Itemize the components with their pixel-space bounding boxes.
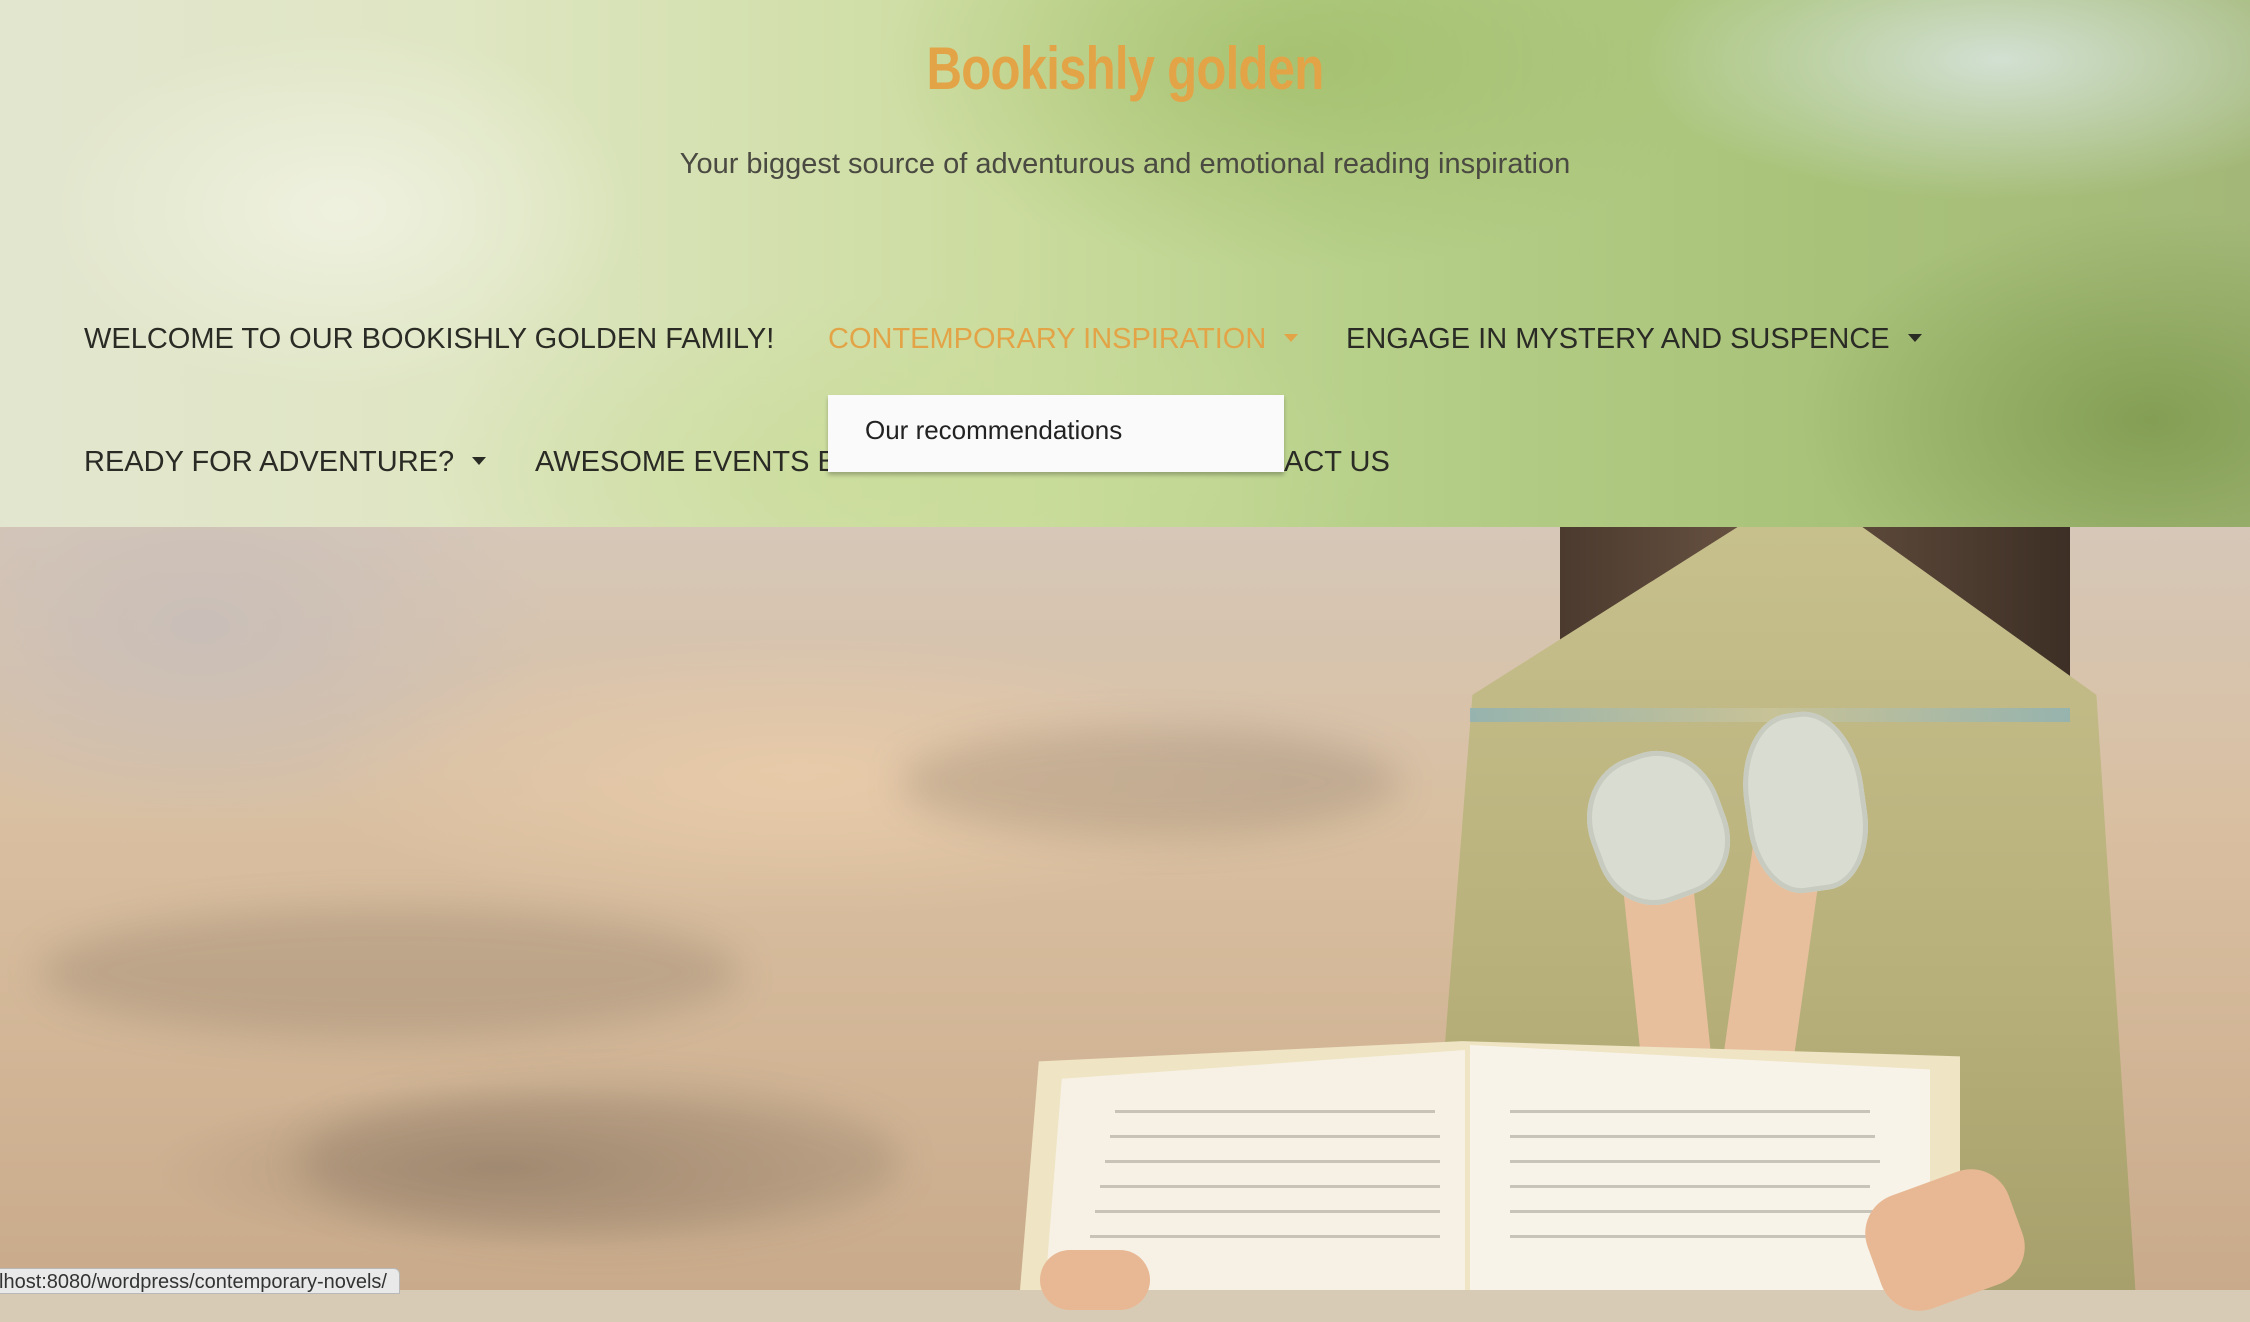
site-header: Bookishly golden Your biggest source of … [0, 0, 2250, 527]
site-title[interactable]: Bookishly golden [203, 34, 2048, 103]
site-tagline: Your biggest source of adventurous and e… [679, 148, 1571, 180]
ground-shadow [300, 1087, 900, 1237]
nav-item-label: ENGAGE IN MYSTERY AND SUSPENCE [1346, 323, 1890, 355]
ground-shadow [40, 907, 740, 1037]
nav-item-label: AWESOME EVENTS BY [535, 446, 857, 478]
text-line [1100, 1185, 1440, 1188]
text-line [1115, 1110, 1435, 1113]
nav-item-ready-for-adventure[interactable]: READY FOR ADVENTURE? [84, 446, 487, 479]
text-line [1510, 1135, 1875, 1138]
chevron-down-icon [1284, 334, 1299, 343]
book-page-right [1470, 1045, 1930, 1290]
nav-item-welcome[interactable]: WELCOME TO OUR BOOKISHLY GOLDEN FAMILY! [84, 323, 774, 356]
submenu-item-our-recommendations[interactable]: Our recommendations [865, 415, 1122, 446]
nav-item-label: ACT US [1284, 446, 1390, 478]
nav-item-contact-us[interactable]: ACT US [1284, 446, 1390, 479]
chevron-down-icon [472, 457, 487, 466]
text-line [1510, 1110, 1870, 1113]
nav-item-contemporary-inspiration[interactable]: CONTEMPORARY INSPIRATION [828, 323, 1299, 356]
nav-item-mystery-suspence[interactable]: ENGAGE IN MYSTERY AND SUSPENCE [1346, 323, 1922, 356]
chevron-down-icon [1907, 334, 1922, 343]
hand [1040, 1250, 1150, 1310]
text-line [1510, 1210, 1880, 1213]
text-line [1105, 1160, 1440, 1163]
nav-item-awesome-events[interactable]: AWESOME EVENTS BY [535, 446, 856, 479]
nav-item-label: READY FOR ADVENTURE? [84, 446, 455, 478]
browser-status-bar: lhost:8080/wordpress/contemporary-novels… [0, 1268, 400, 1294]
ground-shadow [900, 727, 1400, 837]
nav-item-label: WELCOME TO OUR BOOKISHLY GOLDEN FAMILY! [84, 323, 775, 355]
text-line [1090, 1235, 1440, 1238]
text-line [1510, 1235, 1875, 1238]
text-line [1095, 1210, 1440, 1213]
text-line [1510, 1160, 1880, 1163]
text-line [1110, 1135, 1440, 1138]
submenu-dropdown: Our recommendations [828, 395, 1284, 472]
text-line [1510, 1185, 1870, 1188]
nav-item-label: CONTEMPORARY INSPIRATION [828, 323, 1267, 355]
